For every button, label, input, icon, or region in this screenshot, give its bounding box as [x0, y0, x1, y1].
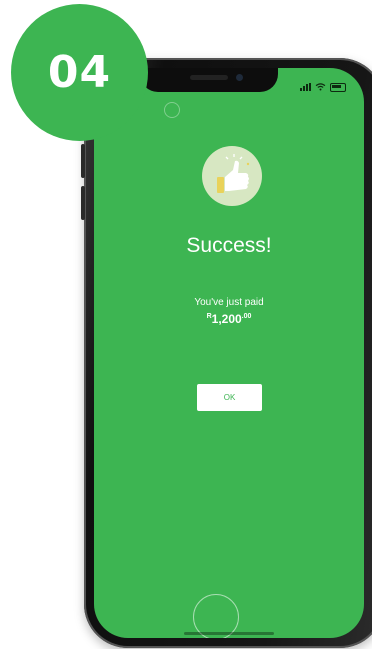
- paid-amount: R1,200.00: [94, 312, 364, 326]
- volume-down-button: [81, 186, 85, 220]
- cellular-signal-icon: [300, 83, 311, 91]
- payment-message: You've just paid: [194, 297, 264, 308]
- thumbs-up-icon: [202, 146, 262, 206]
- amount-whole: 1,200: [211, 312, 242, 326]
- success-title: Success!: [186, 234, 272, 257]
- home-indicator: [184, 632, 274, 635]
- front-camera: [236, 74, 243, 81]
- camera-reflection: [164, 102, 180, 118]
- speaker-grille: [190, 75, 228, 80]
- phone-notch: [140, 68, 278, 92]
- phone-screen: Success! You've just paid R1,200.00 OK: [94, 68, 364, 638]
- volume-up-button: [81, 144, 85, 178]
- step-badge: 04: [11, 4, 148, 141]
- currency-symbol: R: [206, 313, 212, 320]
- battery-icon: [330, 82, 346, 92]
- promo-image: Success! You've just paid R1,200.00 OK 0…: [0, 0, 372, 649]
- wifi-icon: [315, 78, 326, 96]
- status-icons: [300, 78, 346, 96]
- amount-cents: .00: [241, 313, 252, 320]
- ok-button[interactable]: OK: [197, 384, 262, 411]
